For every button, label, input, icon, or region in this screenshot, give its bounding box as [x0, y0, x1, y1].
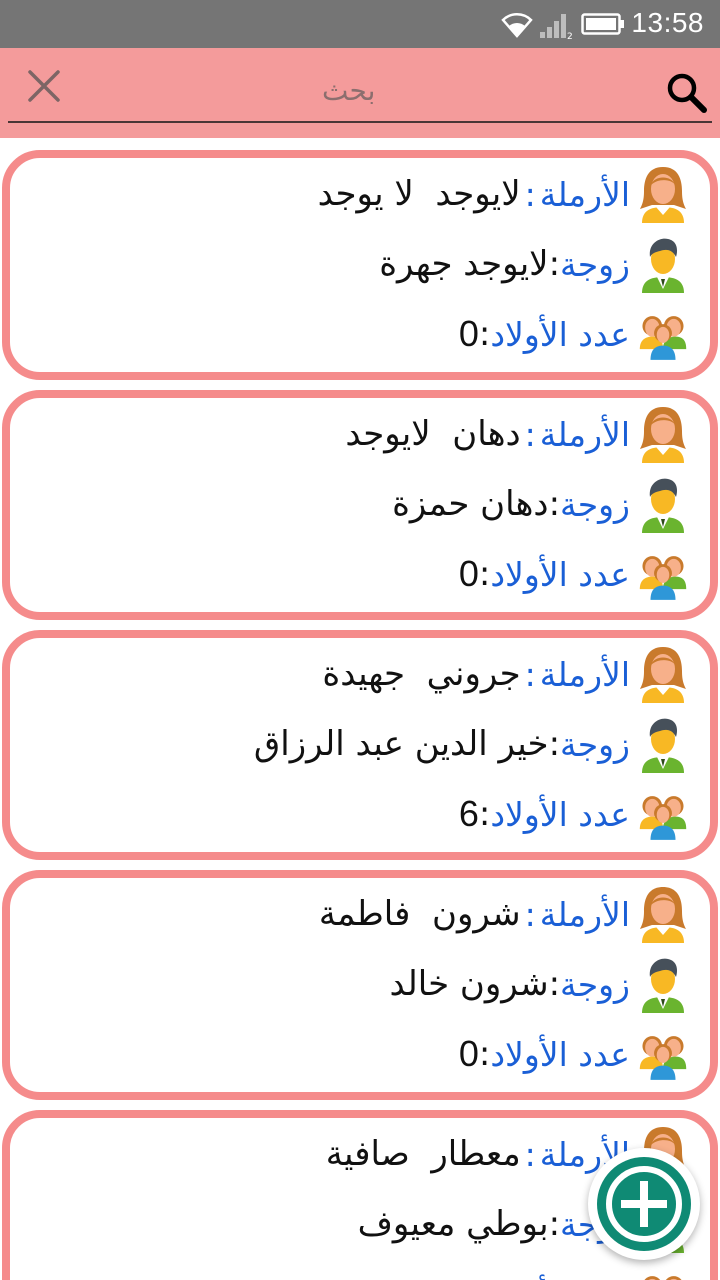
- label-separator: :: [524, 174, 536, 214]
- husband-row: زوجة : خير الدين عبد الرزاق: [48, 714, 688, 774]
- status-bar: 2 13:58: [0, 0, 720, 48]
- children-label: عدد الأولاد: [490, 554, 630, 594]
- children-row: عدد الأولاد :: [48, 1264, 688, 1280]
- add-icon: [597, 1157, 691, 1251]
- husband-label: زوجة: [560, 964, 630, 1004]
- widow-row: الأرملة : دهان لايوجد: [48, 404, 688, 464]
- family-icon: [638, 305, 688, 363]
- list-item[interactable]: الأرملة : شرون فاطمة زوجة : شرون خالد عد…: [2, 870, 718, 1100]
- label-separator: :: [524, 894, 536, 934]
- list-item[interactable]: الأرملة : لايوجد لا يوجد زوجة : لايوجد ج…: [2, 150, 718, 380]
- children-row: عدد الأولاد : 0: [48, 1024, 688, 1084]
- husband-label: زوجة: [560, 244, 630, 284]
- list-item[interactable]: الأرملة : دهان لايوجد زوجة : دهان حمزة ع…: [2, 390, 718, 620]
- children-row: عدد الأولاد : 0: [48, 544, 688, 604]
- wifi-icon: [501, 13, 533, 38]
- husband-name: شرون خالد: [389, 964, 549, 1004]
- label-separator: :: [478, 554, 491, 594]
- label-separator: :: [479, 1274, 490, 1280]
- children-label: عدد الأولاد: [490, 314, 630, 354]
- children-label: عدد الأولاد: [490, 1275, 630, 1280]
- widow-row: الأرملة : جروني جهيدة: [48, 644, 688, 704]
- widow-name: شرون فاطمة: [318, 894, 521, 934]
- label-separator: :: [548, 1204, 561, 1244]
- widow-row: الأرملة : لايوجد لا يوجد: [48, 164, 688, 224]
- children-count: 0: [458, 553, 479, 594]
- husband-row: زوجة : دهان حمزة: [48, 474, 688, 534]
- man-avatar-icon: [638, 715, 688, 773]
- label-separator: :: [478, 314, 491, 354]
- label-separator: :: [548, 484, 561, 524]
- list-item[interactable]: الأرملة : جروني جهيدة زوجة : خير الدين ع…: [2, 630, 718, 860]
- man-avatar-icon: [638, 475, 688, 533]
- search-bar: بحث: [0, 48, 720, 138]
- children-row: عدد الأولاد : 6: [48, 784, 688, 844]
- children-row: عدد الأولاد : 0: [48, 304, 688, 364]
- battery-icon: [581, 13, 624, 35]
- children-label: عدد الأولاد: [490, 1034, 630, 1074]
- svg-text:2: 2: [567, 32, 573, 40]
- woman-avatar-icon: [638, 885, 688, 943]
- children-count: 0: [458, 1033, 479, 1074]
- man-avatar-icon: [638, 955, 688, 1013]
- label-separator: :: [548, 244, 561, 284]
- husband-name: دهان حمزة: [392, 484, 549, 524]
- label-separator: :: [524, 414, 536, 454]
- widow-label: الأرملة: [539, 654, 630, 694]
- widow-list[interactable]: الأرملة : لايوجد لا يوجد زوجة : لايوجد ج…: [0, 138, 720, 1280]
- widow-name: معطار صافية: [325, 1134, 521, 1174]
- husband-label: زوجة: [560, 724, 630, 764]
- husband-name: خير الدين عبد الرزاق: [253, 724, 549, 764]
- close-icon[interactable]: [22, 64, 66, 108]
- label-separator: :: [548, 964, 561, 1004]
- family-icon: [638, 1025, 688, 1083]
- woman-avatar-icon: [638, 405, 688, 463]
- widow-row: الأرملة : شرون فاطمة: [48, 884, 688, 944]
- widow-name: جروني جهيدة: [322, 654, 521, 694]
- family-icon: [638, 1265, 688, 1280]
- widow-label: الأرملة: [539, 894, 630, 934]
- add-button[interactable]: [588, 1148, 700, 1260]
- widow-label: الأرملة: [539, 414, 630, 454]
- children-label: عدد الأولاد: [490, 794, 630, 834]
- label-separator: :: [478, 794, 491, 834]
- family-icon: [638, 545, 688, 603]
- search-underline: [8, 121, 712, 123]
- children-count: 0: [458, 313, 479, 354]
- label-separator: :: [524, 1134, 536, 1174]
- woman-avatar-icon: [638, 165, 688, 223]
- widow-name: لايوجد لا يوجد: [317, 174, 521, 214]
- signal-icon: 2: [540, 14, 573, 40]
- widow-row: الأرملة : معطار صافية: [48, 1124, 688, 1184]
- family-icon: [638, 785, 688, 843]
- widow-name: دهان لايوجد: [345, 414, 521, 454]
- woman-avatar-icon: [638, 645, 688, 703]
- search-input[interactable]: [90, 68, 650, 116]
- husband-row: زوجة : لايوجد جهرة: [48, 234, 688, 294]
- label-separator: :: [478, 1034, 491, 1074]
- label-separator: :: [524, 654, 536, 694]
- search-icon[interactable]: [662, 68, 712, 118]
- husband-name: بوطي معيوف: [357, 1204, 549, 1244]
- husband-label: زوجة: [560, 484, 630, 524]
- husband-row: زوجة : شرون خالد: [48, 954, 688, 1014]
- man-avatar-icon: [638, 235, 688, 293]
- widow-label: الأرملة: [539, 174, 630, 214]
- status-time: 13:58: [631, 7, 704, 38]
- husband-name: لايوجد جهرة: [379, 244, 549, 284]
- children-count: 6: [458, 793, 479, 834]
- label-separator: :: [548, 724, 561, 764]
